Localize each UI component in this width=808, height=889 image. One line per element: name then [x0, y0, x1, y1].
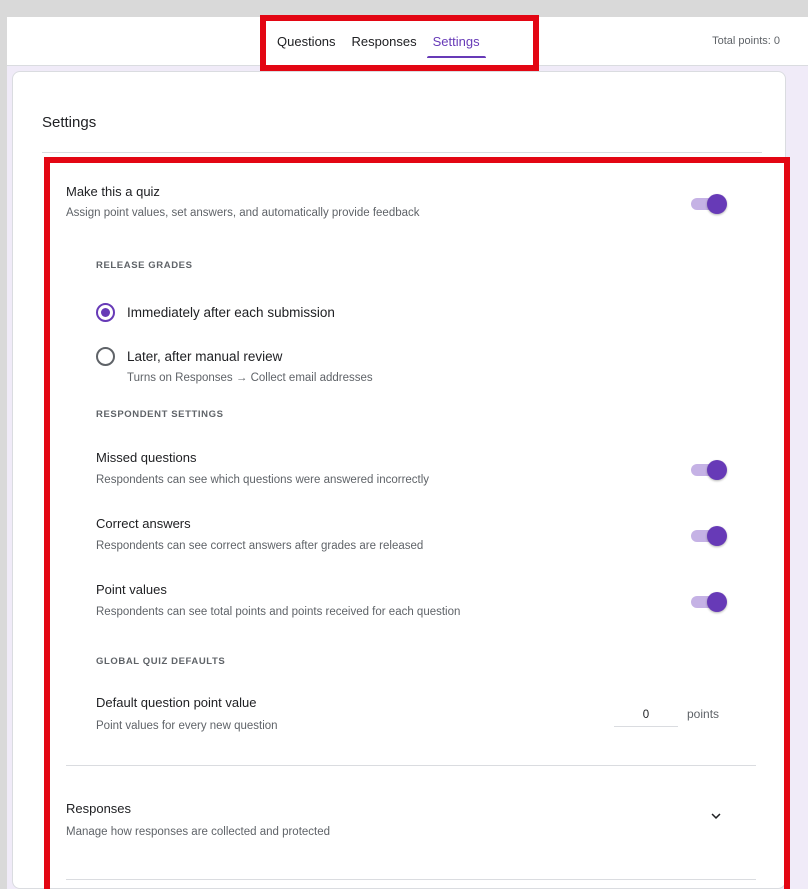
missed-questions-title: Missed questions	[96, 450, 197, 465]
page-title: Settings	[42, 114, 97, 131]
tab-questions[interactable]: Questions	[269, 17, 344, 66]
correct-answers-description: Respondents can see correct answers afte…	[96, 540, 424, 552]
tab-bar: Questions Responses Settings	[269, 17, 488, 66]
tab-settings[interactable]: Settings	[425, 17, 488, 66]
responses-section-description: Manage how responses are collected and p…	[66, 826, 331, 838]
forms-page: Questions Responses Settings Total point…	[7, 17, 808, 889]
respondent-settings-label: RESPONDENT SETTINGS	[96, 409, 224, 420]
toggle-thumb	[707, 526, 727, 546]
default-points-input[interactable]	[614, 703, 678, 727]
settings-card: Settings Make this a quiz Assign point v…	[12, 71, 786, 889]
section-divider	[66, 879, 756, 880]
toggle-thumb	[707, 194, 727, 214]
points-suffix: points	[687, 707, 720, 721]
correct-answers-title: Correct answers	[96, 516, 191, 531]
release-later-radio[interactable]	[96, 347, 115, 366]
title-divider	[42, 152, 762, 153]
point-values-toggle[interactable]	[689, 590, 727, 612]
chevron-down-icon[interactable]	[707, 807, 725, 825]
responses-section-title: Responses	[66, 801, 132, 816]
toggle-thumb	[707, 592, 727, 612]
global-quiz-defaults-label: GLOBAL QUIZ DEFAULTS	[96, 656, 226, 667]
release-grades-label: RELEASE GRADES	[96, 260, 193, 271]
default-point-value-description: Point values for every new question	[96, 720, 278, 732]
quiz-toggle-description: Assign point values, set answers, and au…	[66, 207, 420, 219]
default-point-value-title: Default question point value	[96, 695, 257, 710]
release-immediately-label[interactable]: Immediately after each submission	[127, 305, 335, 320]
top-bar: Questions Responses Settings Total point…	[7, 17, 808, 66]
make-quiz-toggle[interactable]	[689, 192, 727, 214]
point-values-description: Respondents can see total points and poi…	[96, 606, 461, 618]
release-later-sublabel: Turns on Responses → Collect email addre…	[127, 372, 373, 384]
toggle-thumb	[707, 460, 727, 480]
release-immediately-radio[interactable]	[96, 303, 115, 322]
point-values-title: Point values	[96, 582, 167, 597]
total-points-label: Total points: 0	[712, 35, 780, 47]
quiz-toggle-title: Make this a quiz	[66, 184, 160, 199]
release-later-label[interactable]: Later, after manual review	[127, 349, 282, 364]
correct-answers-toggle[interactable]	[689, 524, 727, 546]
tab-responses[interactable]: Responses	[344, 17, 425, 66]
missed-questions-description: Respondents can see which questions were…	[96, 474, 430, 486]
missed-questions-toggle[interactable]	[689, 458, 727, 480]
section-divider	[66, 765, 756, 766]
